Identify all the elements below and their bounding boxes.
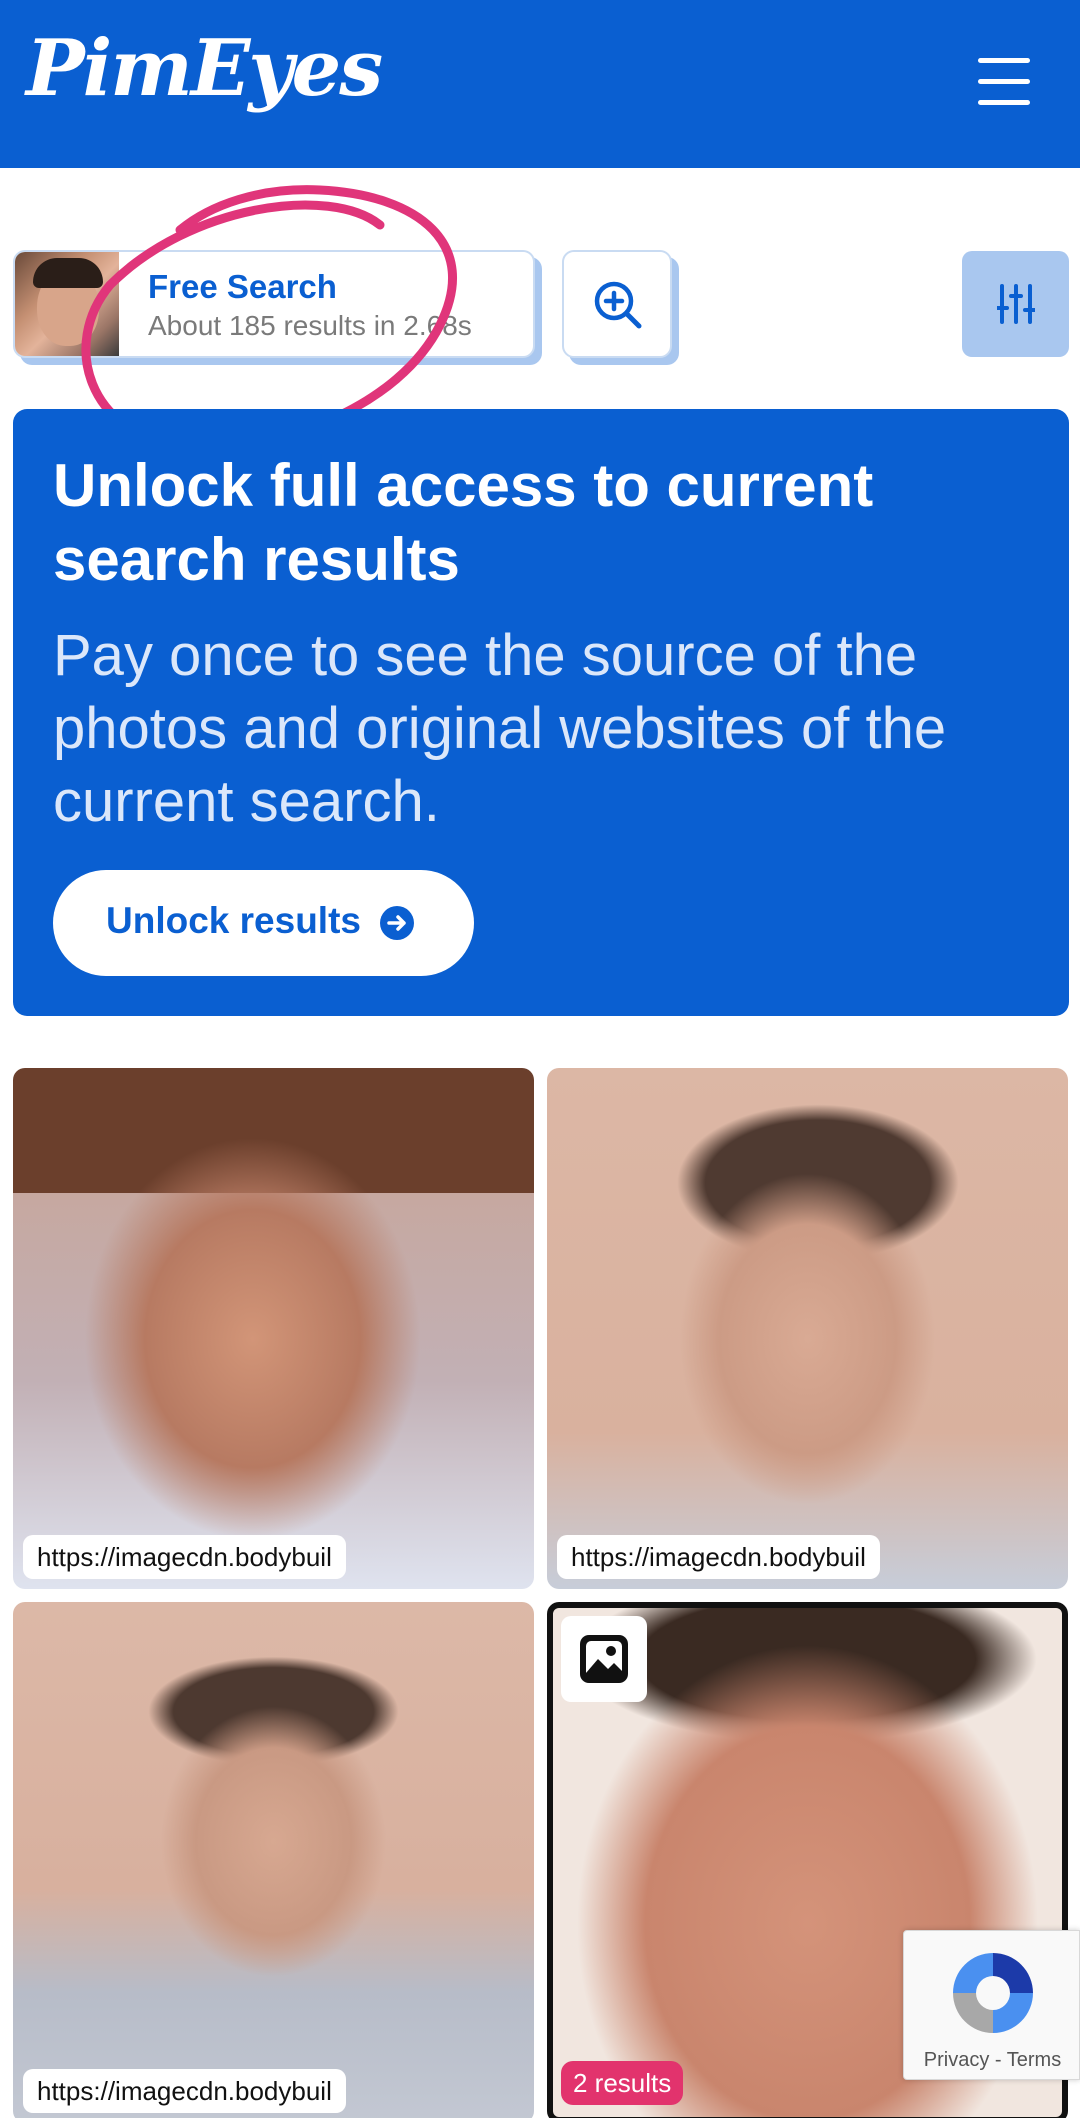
banner-title: Unlock full access to current search res… <box>53 452 874 593</box>
result-source-url: https://imagecdn.bodybuil <box>23 2069 346 2113</box>
unlock-results-button[interactable]: Unlock results <box>53 870 474 976</box>
recaptcha-terms-link[interactable]: Terms <box>1007 2049 1061 2071</box>
search-result-count: About 185 results in 2.68s <box>148 310 472 341</box>
image-icon <box>580 1635 628 1683</box>
recaptcha-separator: - <box>989 2049 1007 2071</box>
pimeyes-logo[interactable]: PimEyes <box>26 30 383 108</box>
result-card[interactable]: https://imagecdn.bodybuil <box>547 1068 1068 1589</box>
filter-settings-button[interactable] <box>962 251 1069 357</box>
search-type-label: Free Search <box>148 268 337 305</box>
unlock-promo-banner: Unlock full access to current search res… <box>13 409 1069 1016</box>
recaptcha-privacy-link[interactable]: Privacy <box>924 2049 990 2071</box>
result-source-url: https://imagecdn.bodybuil <box>23 1535 346 1579</box>
zoom-in-icon <box>594 281 642 329</box>
result-source-url: https://imagecdn.bodybuil <box>557 1535 880 1579</box>
query-face-thumbnail <box>15 252 119 356</box>
image-badge <box>561 1616 647 1702</box>
top-navigation-bar: PimEyes <box>0 0 1080 168</box>
result-card[interactable]: https://imagecdn.bodybuil <box>13 1602 534 2118</box>
recaptcha-widget[interactable]: Privacy - Terms <box>903 1930 1080 2080</box>
zoom-in-button[interactable] <box>562 250 672 358</box>
sliders-icon <box>997 284 1035 324</box>
result-count-badge: 2 results <box>561 2061 684 2105</box>
hamburger-menu-icon[interactable] <box>978 56 1030 106</box>
recaptcha-logo-icon <box>953 1953 1033 2033</box>
banner-description: Pay once to see the source of the photos… <box>53 623 947 834</box>
result-card[interactable]: https://imagecdn.bodybuil <box>13 1068 534 1589</box>
arrow-right-circle-icon <box>380 906 414 940</box>
unlock-results-label: Unlock results <box>106 900 361 941</box>
search-summary-card[interactable]: Free Search About 185 results in 2.68s <box>13 250 535 358</box>
